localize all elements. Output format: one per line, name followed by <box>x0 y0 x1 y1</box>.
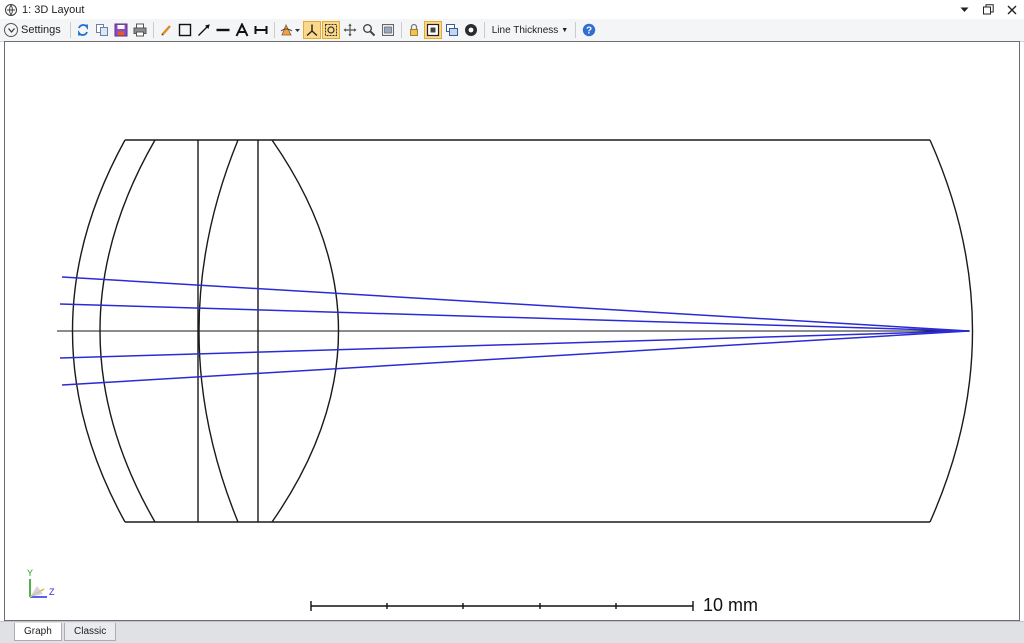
scale-bar <box>310 601 694 611</box>
save-icon[interactable] <box>113 22 129 38</box>
line-icon[interactable] <box>215 22 231 38</box>
caret-down-icon: ▼ <box>561 26 569 34</box>
print-icon[interactable] <box>132 22 148 38</box>
help-icon[interactable]: ? <box>581 22 597 38</box>
copy-icon[interactable] <box>94 22 110 38</box>
svg-text:?: ? <box>586 26 592 37</box>
arrow-icon[interactable] <box>196 22 212 38</box>
optical-layout-drawing: Y Z <box>27 139 974 611</box>
window-capture-icon[interactable] <box>380 22 396 38</box>
settings-label: Settings <box>21 24 61 36</box>
tab-classic-label: Classic <box>74 626 107 637</box>
refresh-icon[interactable] <box>75 22 91 38</box>
rotate-menu-icon[interactable] <box>279 22 301 38</box>
layout-window-icon <box>5 3 17 16</box>
tab-graph[interactable]: Graph <box>14 623 62 641</box>
axes-icon[interactable] <box>303 21 322 39</box>
lock-icon[interactable] <box>406 22 422 38</box>
pan-icon[interactable] <box>342 22 358 38</box>
pencil-icon[interactable] <box>158 22 174 38</box>
toolbar-separator <box>152 22 154 38</box>
close-window-icon[interactable] <box>1006 4 1018 16</box>
rectangle-icon[interactable] <box>177 22 193 38</box>
gear-icon[interactable] <box>463 22 479 38</box>
line-thickness-dropdown[interactable]: Line Thickness ▼ <box>492 25 568 36</box>
layers-icon[interactable] <box>444 22 460 38</box>
chevron-down-icon <box>4 23 18 37</box>
axis-z-label: Z <box>49 587 55 597</box>
dimension-icon[interactable] <box>253 22 269 38</box>
window-titlebar: 1: 3D Layout <box>0 0 1024 19</box>
restore-window-icon[interactable] <box>982 4 994 16</box>
tab-classic[interactable]: Classic <box>64 623 117 641</box>
toolbar-separator <box>575 22 577 38</box>
tab-graph-label: Graph <box>24 626 52 637</box>
settings-button[interactable]: Settings <box>4 20 63 40</box>
view-tabbar: Graph Classic <box>0 621 1024 643</box>
toolbar-separator <box>69 22 71 38</box>
line-thickness-label: Line Thickness <box>491 24 559 36</box>
ray-3 <box>59 330 970 359</box>
ray-2 <box>59 303 970 332</box>
scale-bar-label: 10 mm <box>703 595 759 615</box>
toolbar-separator <box>400 22 402 38</box>
toolbar: Settings Line Thickness ▼ ? <box>0 19 1024 42</box>
toolbar-separator <box>273 22 275 38</box>
zoom-box-icon[interactable] <box>322 21 341 39</box>
layout-canvas[interactable]: Y Z 10 mm <box>4 41 1020 621</box>
axis-indicator: Y Z <box>27 568 55 598</box>
text-icon[interactable] <box>234 22 250 38</box>
window-menu-dropdown-icon[interactable] <box>958 4 970 16</box>
toolbar-separator <box>483 22 485 38</box>
axis-y-label: Y <box>27 568 33 578</box>
window-title: 1: 3D Layout <box>22 3 85 16</box>
frame-icon[interactable] <box>424 21 443 39</box>
zoom-icon[interactable] <box>361 22 377 38</box>
